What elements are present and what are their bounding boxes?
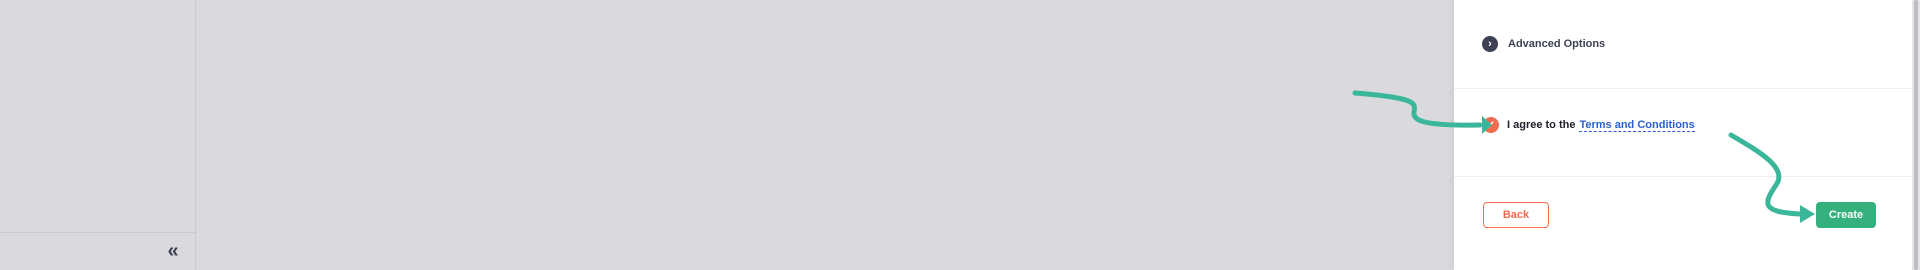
terms-checkbox-checked-icon[interactable]: ✓	[1483, 117, 1499, 133]
sidebar: «	[0, 0, 196, 270]
terms-agreement-row: ✓ I agree to the Terms and Conditions	[1483, 117, 1695, 133]
sidebar-footer: «	[0, 232, 195, 270]
terms-and-conditions-link[interactable]: Terms and Conditions	[1579, 119, 1695, 132]
collapse-sidebar-icon[interactable]: «	[163, 241, 183, 261]
side-panel: › Advanced Options ✓ I agree to the Term…	[1454, 0, 1912, 270]
advanced-options-section: › Advanced Options	[1454, 0, 1912, 89]
chevron-right-circle-icon: ›	[1482, 36, 1498, 52]
actions-section: Back Create	[1454, 180, 1912, 270]
terms-prefix-text: I agree to the	[1507, 119, 1576, 131]
scrollbar-thumb[interactable]	[1914, 0, 1918, 270]
advanced-options-toggle[interactable]: › Advanced Options	[1482, 36, 1605, 52]
terms-section: ✓ I agree to the Terms and Conditions	[1454, 92, 1912, 177]
create-button[interactable]: Create	[1816, 202, 1876, 228]
advanced-options-label: Advanced Options	[1508, 38, 1606, 50]
back-button[interactable]: Back	[1483, 202, 1549, 228]
modal-backdrop[interactable]	[196, 0, 1454, 270]
